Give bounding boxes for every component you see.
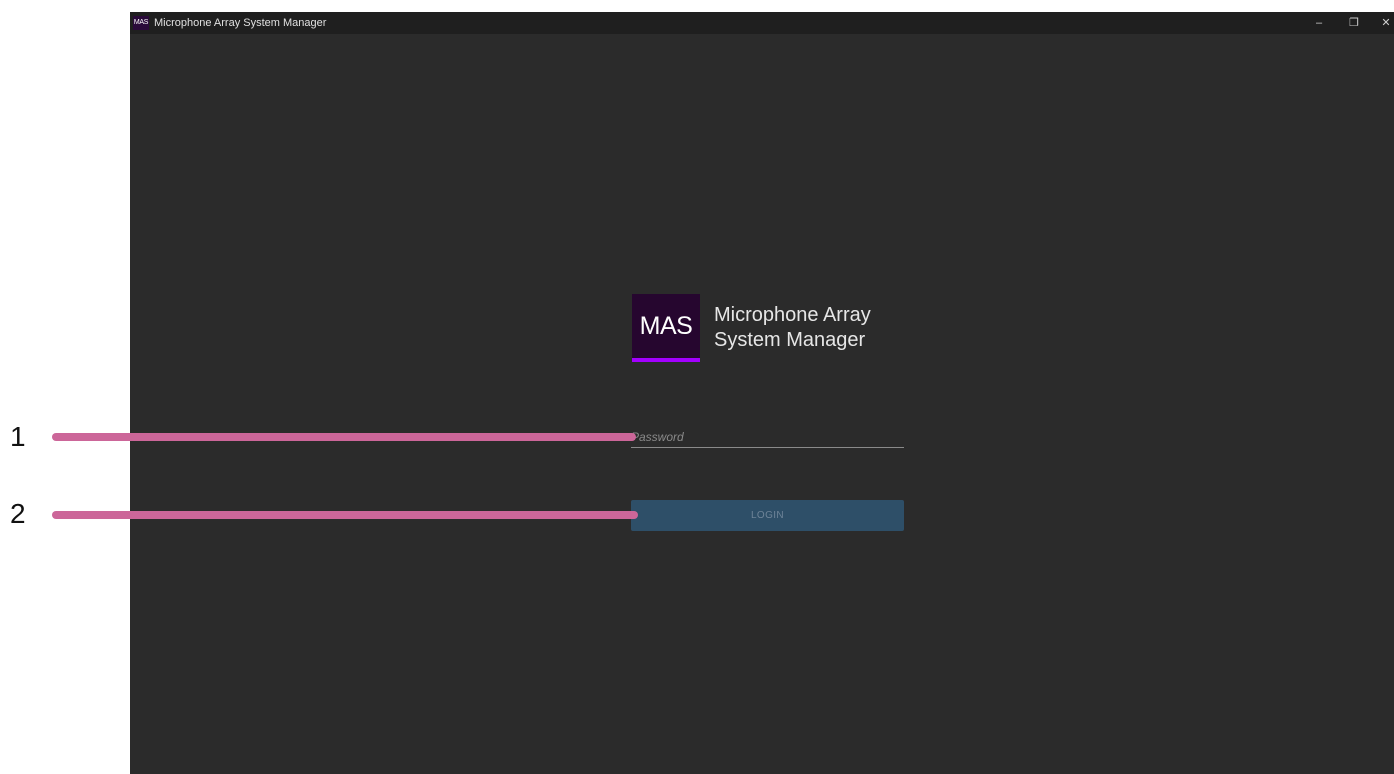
title-bar[interactable]: MAS Microphone Array System Manager – ❐ …	[130, 12, 1394, 34]
app-window: MAS Microphone Array System Manager – ❐ …	[130, 12, 1394, 774]
callout-line-2	[52, 511, 638, 519]
callout-line-1	[52, 433, 636, 441]
callout-number-1: 1	[10, 421, 26, 452]
restore-button[interactable]: ❐	[1341, 12, 1367, 34]
app-name-line-1: Microphone Array	[714, 304, 871, 326]
callout-number-2: 2	[10, 498, 26, 529]
minimize-button[interactable]: –	[1306, 12, 1332, 34]
app-name: Microphone Array System Manager	[714, 303, 974, 353]
app-name-line-2: System Manager	[714, 329, 866, 351]
app-logo-small-icon: MAS	[133, 16, 149, 30]
window-title: Microphone Array System Manager	[154, 17, 327, 29]
login-button[interactable]: LOGIN	[631, 500, 904, 531]
close-button[interactable]: ✕	[1373, 12, 1394, 34]
password-input[interactable]	[631, 426, 904, 448]
app-logo: MAS	[632, 294, 700, 362]
